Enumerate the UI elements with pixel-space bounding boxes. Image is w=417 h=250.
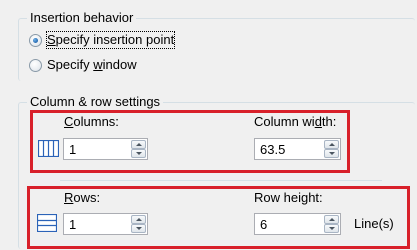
- rows-spin-buttons: [131, 215, 146, 233]
- columns-accelerator: C: [64, 114, 74, 129]
- column-row-separator: [60, 180, 382, 181]
- arrow-down-icon: [136, 152, 142, 155]
- arrow-down-icon: [329, 152, 335, 155]
- rows-label-rest: ows:: [73, 190, 101, 205]
- specify-window-label[interactable]: Specify window: [47, 57, 137, 73]
- specify-insertion-point-label[interactable]: Specify insertion point: [45, 31, 176, 49]
- rows-accelerator: R: [64, 190, 74, 205]
- columns-spinbox[interactable]: 1: [63, 138, 148, 160]
- arrow-down-icon: [329, 227, 335, 230]
- column-width-increment-button[interactable]: [324, 140, 339, 149]
- radio-selected-dot: [33, 38, 38, 43]
- specify-window-radio[interactable]: [29, 59, 42, 72]
- option1-accelerator: S: [47, 32, 56, 47]
- arrow-up-icon: [136, 218, 142, 221]
- rows-label: Rows:: [64, 190, 100, 206]
- option2-accelerator: w: [93, 57, 103, 72]
- columns-increment-button[interactable]: [131, 140, 146, 149]
- arrow-up-icon: [329, 143, 335, 146]
- columns-label-rest: olumns:: [73, 114, 119, 129]
- column-width-spin-buttons: [324, 140, 339, 158]
- rows-spinbox[interactable]: 1: [63, 213, 148, 235]
- row-height-value[interactable]: 6: [260, 217, 267, 232]
- columns-label: Columns:: [64, 114, 119, 130]
- rows-increment-button[interactable]: [131, 215, 146, 224]
- option2-suffix: indow: [102, 57, 137, 72]
- column-width-decrement-button[interactable]: [324, 149, 339, 158]
- column-width-value[interactable]: 63.5: [260, 142, 285, 157]
- columns-icon: [37, 139, 60, 160]
- insertion-behavior-title: Insertion behavior: [27, 10, 137, 25]
- specify-insertion-point-radio[interactable]: [29, 34, 42, 47]
- rows-icon: [36, 213, 58, 235]
- option1-suffix: pecify insertion point: [55, 32, 175, 47]
- column-width-accelerator: d: [314, 114, 322, 129]
- row-height-increment-button[interactable]: [324, 215, 339, 224]
- rows-value[interactable]: 1: [69, 217, 76, 232]
- arrow-up-icon: [329, 218, 335, 221]
- row-height-decrement-button[interactable]: [324, 224, 339, 233]
- columns-spin-buttons: [131, 140, 146, 158]
- row-height-unit-label: Line(s): [354, 216, 394, 231]
- row-height-spin-buttons: [324, 215, 339, 233]
- column-width-suffix: th:: [321, 114, 337, 129]
- rows-decrement-button[interactable]: [131, 224, 146, 233]
- column-width-prefix: Column wi: [254, 114, 315, 129]
- row-height-spinbox[interactable]: 6: [254, 213, 341, 235]
- row-height-label: Row height:: [254, 190, 323, 205]
- column-width-spinbox[interactable]: 63.5: [254, 138, 341, 160]
- columns-decrement-button[interactable]: [131, 149, 146, 158]
- option2-prefix: Specify: [47, 57, 94, 72]
- arrow-down-icon: [136, 227, 142, 230]
- arrow-up-icon: [136, 143, 142, 146]
- column-width-label: Column width:: [254, 114, 336, 130]
- columns-value[interactable]: 1: [69, 142, 76, 157]
- column-row-settings-title: Column & row settings: [27, 94, 164, 109]
